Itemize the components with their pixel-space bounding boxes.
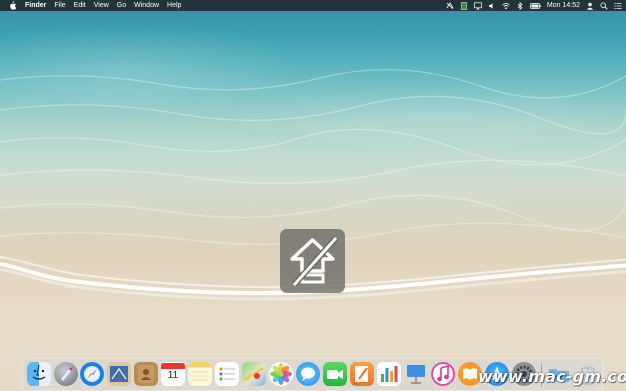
menu-window[interactable]: Window	[134, 0, 159, 11]
battery-app-icon[interactable]	[460, 1, 468, 10]
keynote-icon[interactable]	[404, 362, 428, 386]
airplay-icon[interactable]	[474, 1, 482, 10]
launchpad-icon[interactable]	[54, 362, 78, 386]
facetime-icon[interactable]	[323, 362, 347, 386]
spotlight-icon[interactable]	[600, 2, 608, 10]
wifi-icon[interactable]	[502, 2, 510, 10]
volume-icon[interactable]	[488, 2, 496, 10]
finder-icon[interactable]	[27, 362, 51, 386]
menubar-clock[interactable]: Mon 14:52	[547, 0, 580, 11]
menu-help[interactable]: Help	[167, 0, 181, 11]
caps-lock-hud	[280, 229, 345, 293]
watermark-text: www.mac-gm.com	[478, 367, 626, 386]
user-icon[interactable]	[586, 2, 594, 10]
contacts-icon[interactable]	[134, 362, 158, 386]
menu-go[interactable]: Go	[117, 0, 126, 11]
maps-icon[interactable]	[242, 362, 266, 386]
notes-icon[interactable]	[188, 362, 212, 386]
numbers-icon[interactable]	[377, 362, 401, 386]
pages-icon[interactable]	[350, 362, 374, 386]
bluetooth-icon[interactable]	[516, 1, 524, 10]
menu-edit[interactable]: Edit	[74, 0, 86, 11]
itunes-icon[interactable]	[431, 362, 455, 386]
notification-center-icon[interactable]	[614, 2, 622, 10]
messages-icon[interactable]	[296, 362, 320, 386]
battery-icon[interactable]	[530, 2, 541, 10]
status-area: Mon 14:52	[440, 0, 622, 11]
caps-lock-off-icon	[290, 236, 339, 287]
safari-icon[interactable]	[80, 362, 104, 386]
calendar-icon[interactable]: 11	[161, 362, 185, 386]
no-wifi-sync-icon[interactable]	[446, 1, 454, 10]
photos-icon[interactable]	[269, 362, 293, 386]
calendar-day: 11	[167, 370, 179, 381]
calendar-month-bar	[161, 363, 185, 369]
menu-file[interactable]: File	[54, 0, 65, 11]
menu-view[interactable]: View	[94, 0, 109, 11]
mail-icon[interactable]	[107, 362, 131, 386]
menu-bar: Finder File Edit View Go Window Help Mon…	[0, 0, 626, 11]
menu-app-name[interactable]: Finder	[25, 0, 46, 11]
apple-menu-icon[interactable]	[8, 1, 17, 10]
reminders-icon[interactable]	[215, 362, 239, 386]
